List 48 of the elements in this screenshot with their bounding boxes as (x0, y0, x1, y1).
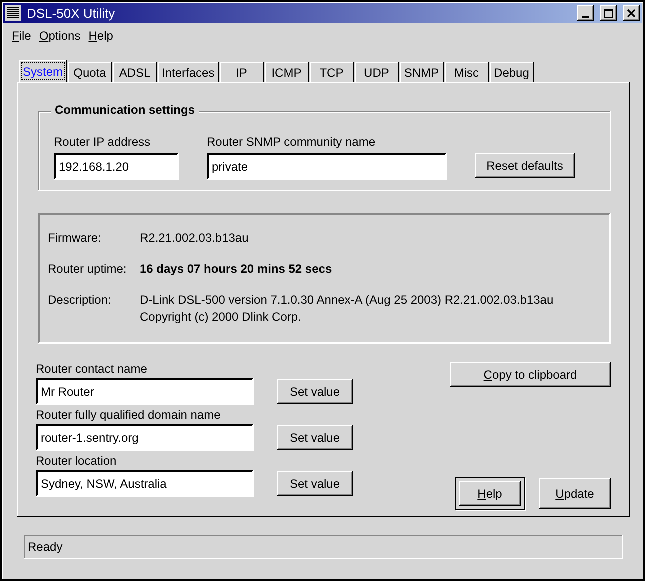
status-bar: Ready (24, 535, 623, 559)
field-label: Router IP address (54, 135, 152, 149)
minimize-button[interactable] (577, 5, 594, 21)
maximize-button[interactable] (600, 5, 617, 21)
tab[interactable]: Quota (68, 62, 112, 82)
field-label: Router location (36, 454, 118, 468)
field-label: Router contact name (36, 362, 148, 376)
input-field[interactable]: Sydney, NSW, Australia (36, 470, 254, 497)
tab[interactable]: UDP (354, 62, 399, 82)
info-value: D-Link DSL-500 version 7.1.0.30 Annex-A (Aug 25 2003) R2.21.002.03.b13au (140, 292, 555, 309)
tab[interactable]: Interfaces (158, 62, 219, 82)
info-value: 16 days 07 hours 20 mins 52 secs (140, 261, 334, 278)
field-label: Router SNMP community name (207, 135, 377, 149)
info-value: Copyright (c) 2000 Dlink Corp. (140, 309, 302, 326)
menu-item[interactable]: Help (88, 29, 114, 48)
tab[interactable]: Misc (444, 62, 489, 82)
set-value-button[interactable]: Set value (277, 425, 353, 450)
menu-item[interactable]: File (12, 29, 32, 48)
info-value: R2.21.002.03.b13au (140, 230, 250, 247)
field-label: Router fully qualified domain name (36, 408, 222, 422)
tab[interactable]: IP (220, 62, 264, 82)
input-field[interactable]: router-1.sentry.org (36, 424, 254, 451)
reset-defaults-button[interactable]: Reset defaults (475, 153, 575, 178)
info-label: Firmware: (48, 231, 102, 247)
tab[interactable]: Debug (490, 62, 534, 82)
input-field[interactable]: private (207, 153, 447, 180)
action-button[interactable]: Help (459, 481, 521, 506)
tab[interactable]: SNMP (400, 62, 444, 82)
minimize-icon (582, 16, 589, 18)
close-icon (627, 8, 636, 18)
info-label: Router uptime: (48, 262, 128, 278)
tab[interactable]: ADSL (113, 62, 158, 82)
tab[interactable]: TCP (310, 62, 354, 82)
copy-button[interactable]: Copy to clipboard (450, 362, 611, 387)
menu-item[interactable]: Options (39, 29, 81, 48)
set-value-button[interactable]: Set value (277, 471, 353, 496)
set-value-button[interactable]: Set value (277, 379, 353, 404)
tab[interactable]: System (19, 60, 68, 82)
info-label: Description: (48, 293, 112, 309)
group-title: Communication settings (51, 103, 200, 117)
menu-icon[interactable] (5, 5, 21, 21)
input-field[interactable]: Mr Router (36, 378, 254, 405)
close-button[interactable] (623, 5, 640, 21)
action-button[interactable]: Update (539, 478, 611, 509)
maximize-icon (604, 8, 613, 18)
input-field[interactable]: 192.168.1.20 (54, 153, 179, 180)
window-title: DSL-50X Utility (27, 6, 116, 20)
tab[interactable]: ICMP (264, 62, 309, 82)
